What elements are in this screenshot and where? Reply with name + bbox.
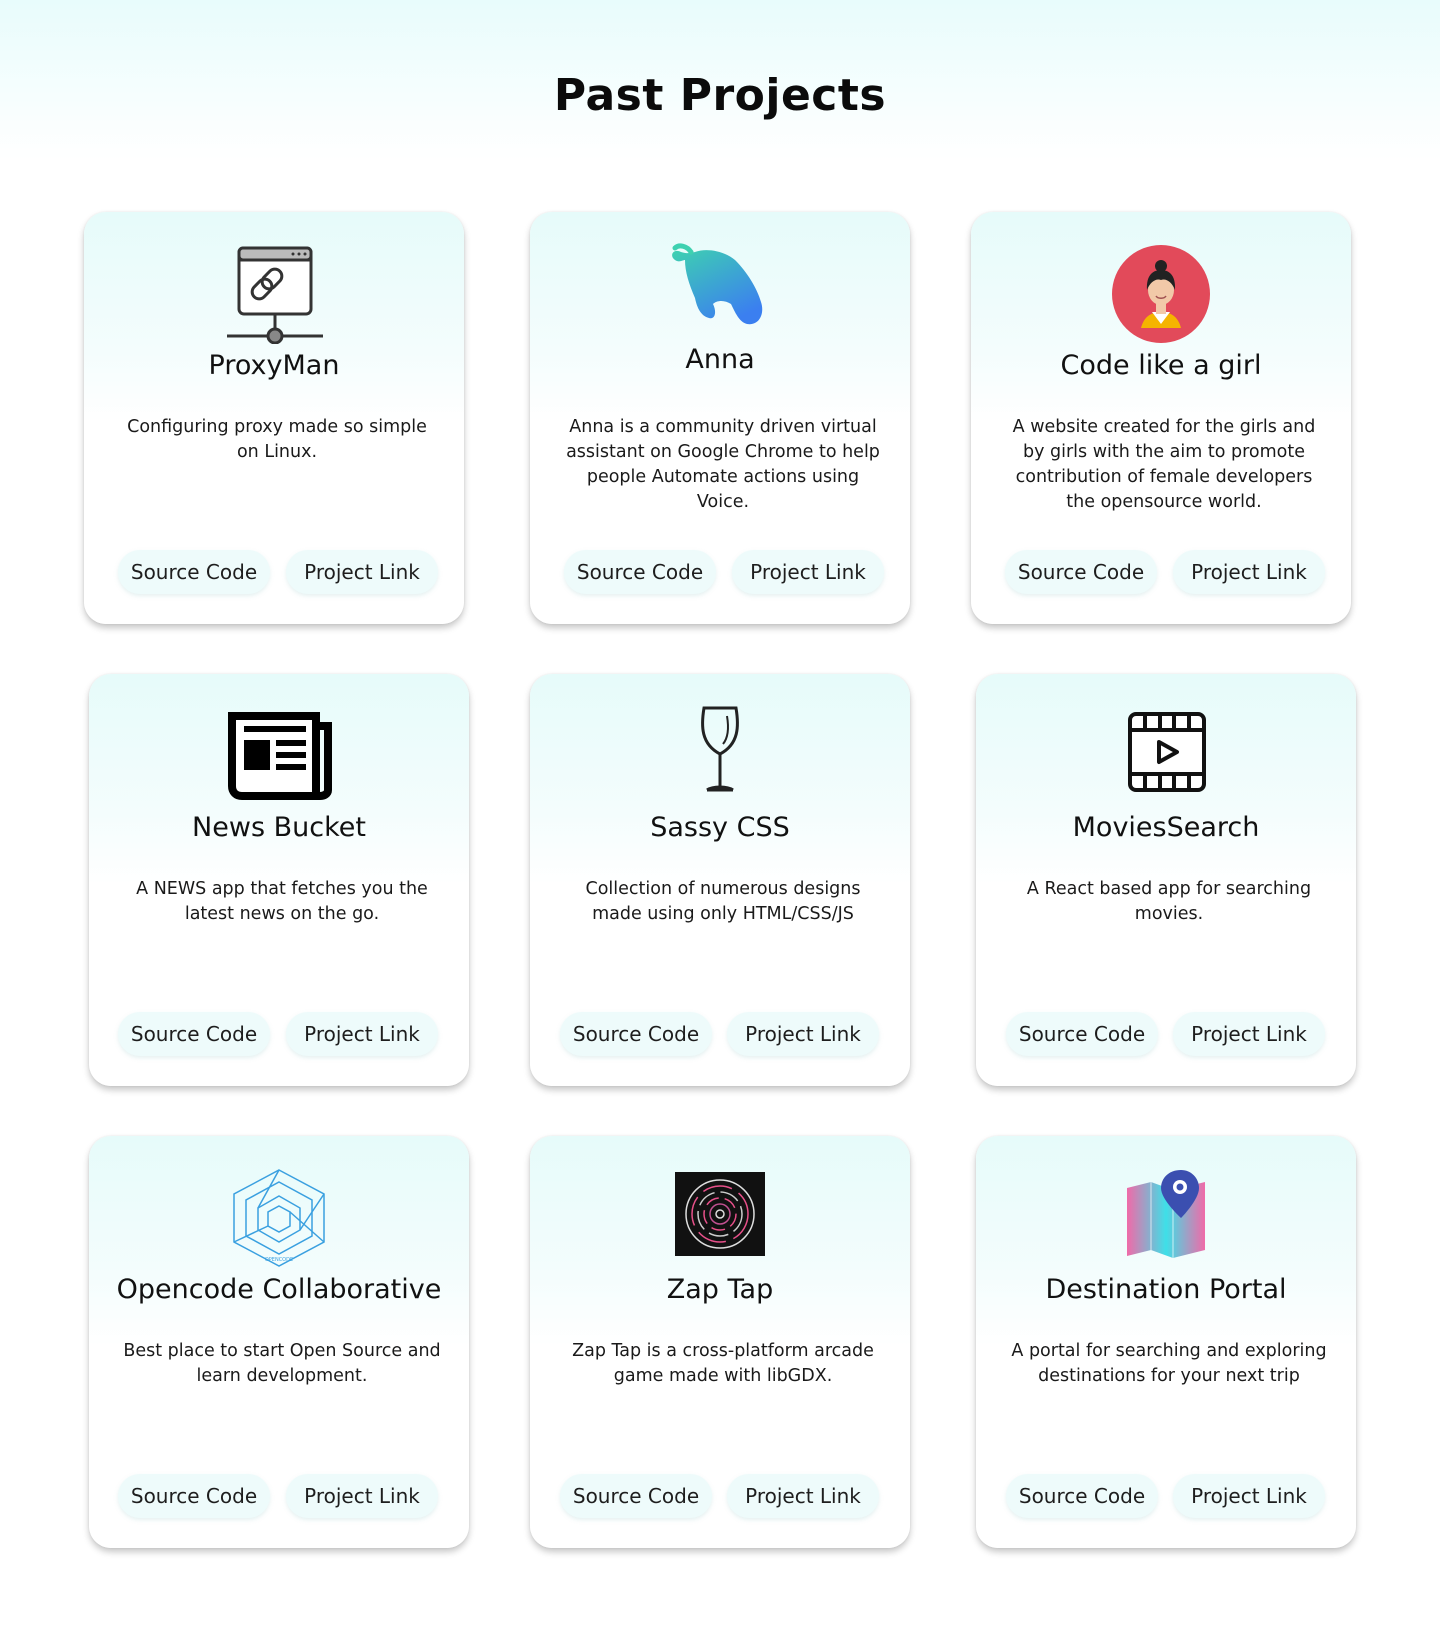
project-card-movies-search: MoviesSearch A React based app for searc… <box>976 674 1356 1086</box>
project-title: Anna <box>685 344 755 375</box>
project-card-news-bucket: News Bucket A NEWS app that fetches you … <box>89 674 469 1086</box>
project-card-zap-tap: Zap Tap Zap Tap is a cross-platform arca… <box>530 1136 910 1548</box>
project-card-code-like-a-girl: Code like a girl A website created for t… <box>971 212 1351 624</box>
project-title: Destination Portal <box>1045 1274 1287 1305</box>
project-title: Opencode Collaborative <box>116 1274 442 1305</box>
girl-avatar-icon <box>1106 244 1216 344</box>
source-code-button[interactable]: Source Code <box>1006 1012 1158 1056</box>
project-description: A NEWS app that fetches you the latest n… <box>136 879 428 924</box>
project-link-button[interactable]: Project Link <box>1173 550 1325 594</box>
project-link-button[interactable]: Project Link <box>286 1012 438 1056</box>
project-description: A portal for searching and exploring des… <box>1011 1341 1327 1386</box>
source-code-button[interactable]: Source Code <box>118 1474 270 1518</box>
source-code-button[interactable]: Source Code <box>1005 550 1157 594</box>
proxy-network-icon <box>219 244 329 344</box>
project-link-button[interactable]: Project Link <box>732 550 884 594</box>
project-card-anna: Anna Anna is a community driven virtual … <box>530 212 910 624</box>
project-title: Code like a girl <box>1060 350 1262 381</box>
project-description: Collection of numerous designs made usin… <box>585 879 861 924</box>
wine-glass-icon <box>665 702 775 802</box>
source-code-button[interactable]: Source Code <box>1006 1474 1158 1518</box>
zap-tap-logo-icon <box>665 1168 775 1268</box>
project-link-button[interactable]: Project Link <box>727 1012 879 1056</box>
project-title: ProxyMan <box>208 350 340 381</box>
project-link-button[interactable]: Project Link <box>286 550 438 594</box>
project-link-button[interactable]: Project Link <box>1173 1474 1325 1518</box>
page-title: Past Projects <box>553 70 887 121</box>
source-code-button[interactable]: Source Code <box>560 1474 712 1518</box>
project-title: MoviesSearch <box>1072 812 1260 843</box>
project-description: A website created for the girls and by g… <box>1012 417 1316 512</box>
project-title: Zap Tap <box>666 1274 774 1305</box>
project-description: Configuring proxy made so simple on Linu… <box>127 417 427 462</box>
project-description: Anna is a community driven virtual assis… <box>566 417 880 512</box>
source-code-button[interactable]: Source Code <box>118 1012 270 1056</box>
elephant-icon <box>665 238 775 338</box>
film-strip-icon <box>1111 706 1221 806</box>
project-description: Zap Tap is a cross-platform arcade game … <box>572 1341 874 1386</box>
project-card-proxyman: ProxyMan Configuring proxy made so simpl… <box>84 212 464 624</box>
newspaper-icon <box>224 704 334 804</box>
project-description: Best place to start Open Source and lear… <box>123 1341 441 1386</box>
project-description: A React based app for searching movies. <box>1026 879 1312 924</box>
project-card-destination-portal: Destination Portal A portal for searchin… <box>976 1136 1356 1548</box>
project-link-button[interactable]: Project Link <box>286 1474 438 1518</box>
opencode-logo-icon: OPENCODE <box>224 1168 334 1268</box>
source-code-button[interactable]: Source Code <box>564 550 716 594</box>
project-title: Sassy CSS <box>650 812 790 843</box>
project-card-sassy-css: Sassy CSS Collection of numerous designs… <box>530 674 910 1086</box>
project-card-opencode: OPENCODE Opencode Collaborative Best pla… <box>89 1136 469 1548</box>
project-link-button[interactable]: Project Link <box>1173 1012 1325 1056</box>
source-code-button[interactable]: Source Code <box>118 550 270 594</box>
project-title: News Bucket <box>192 812 366 843</box>
project-link-button[interactable]: Project Link <box>727 1474 879 1518</box>
opencode-logo-text: OPENCODE <box>265 1257 293 1263</box>
source-code-button[interactable]: Source Code <box>560 1012 712 1056</box>
map-pin-icon <box>1111 1168 1221 1268</box>
